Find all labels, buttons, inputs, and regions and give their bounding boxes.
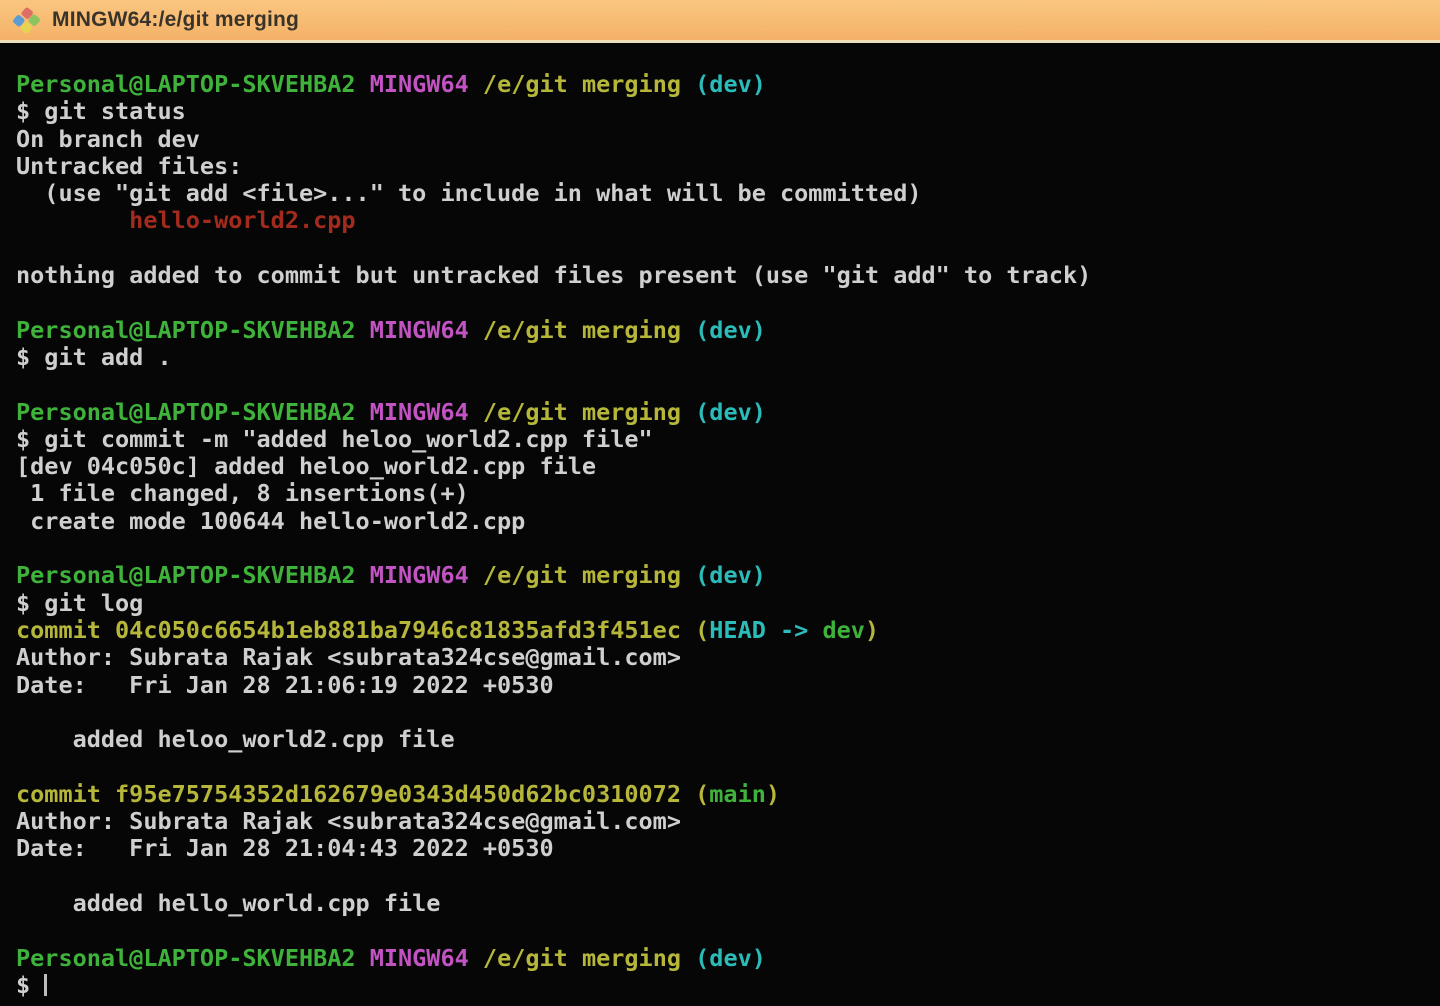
terminal-line: commit 04c050c6654b1eb881ba7946c81835afd… [16,617,1432,644]
terminal-line: added heloo_world2.cpp file [16,726,1432,753]
terminal-line: [dev 04c050c] added heloo_world2.cpp fil… [16,453,1432,480]
terminal-line: $ git status [16,98,1432,125]
terminal-line [16,371,1432,398]
terminal-line: Author: Subrata Rajak <subrata324cse@gma… [16,644,1432,671]
terminal-line: $ git add . [16,344,1432,371]
terminal-line: $ git log [16,590,1432,617]
terminal-line: Personal@LAPTOP-SKVEHBA2 MINGW64 /e/git … [16,399,1432,426]
terminal-line [16,699,1432,726]
window-title: MINGW64:/e/git merging [52,8,299,32]
terminal-line: create mode 100644 hello-world2.cpp [16,508,1432,535]
terminal-line: Personal@LAPTOP-SKVEHBA2 MINGW64 /e/git … [16,317,1432,344]
terminal-line: (use "git add <file>..." to include in w… [16,180,1432,207]
titlebar[interactable]: MINGW64:/e/git merging [0,0,1440,43]
terminal-line: commit f95e75754352d162679e0343d450d62bc… [16,781,1432,808]
terminal-line: On branch dev [16,126,1432,153]
terminal-line: 1 file changed, 8 insertions(+) [16,480,1432,507]
terminal-line [16,289,1432,316]
terminal-line: Date: Fri Jan 28 21:04:43 2022 +0530 [16,835,1432,862]
terminal-line [16,535,1432,562]
terminal-line: hello-world2.cpp [16,207,1432,234]
git-bash-window: MINGW64:/e/git merging Personal@LAPTOP-S… [0,0,1440,1006]
terminal-line: Personal@LAPTOP-SKVEHBA2 MINGW64 /e/git … [16,562,1432,589]
terminal-line: Author: Subrata Rajak <subrata324cse@gma… [16,808,1432,835]
terminal-line [16,753,1432,780]
terminal-output[interactable]: Personal@LAPTOP-SKVEHBA2 MINGW64 /e/git … [0,43,1440,1006]
terminal-line: Untracked files: [16,153,1432,180]
terminal-line: Personal@LAPTOP-SKVEHBA2 MINGW64 /e/git … [16,71,1432,98]
terminal-line: nothing added to commit but untracked fi… [16,262,1432,289]
terminal-line: Personal@LAPTOP-SKVEHBA2 MINGW64 /e/git … [16,945,1432,972]
terminal-line: $ git commit -m "added heloo_world2.cpp … [16,426,1432,453]
terminal-line [16,917,1432,944]
terminal-line: $ [16,972,1432,999]
terminal-cursor [44,974,47,996]
terminal-line: Date: Fri Jan 28 21:06:19 2022 +0530 [16,672,1432,699]
terminal-line [16,235,1432,262]
msys2-icon[interactable] [12,6,41,35]
terminal-line: added hello_world.cpp file [16,890,1432,917]
terminal-line [16,863,1432,890]
